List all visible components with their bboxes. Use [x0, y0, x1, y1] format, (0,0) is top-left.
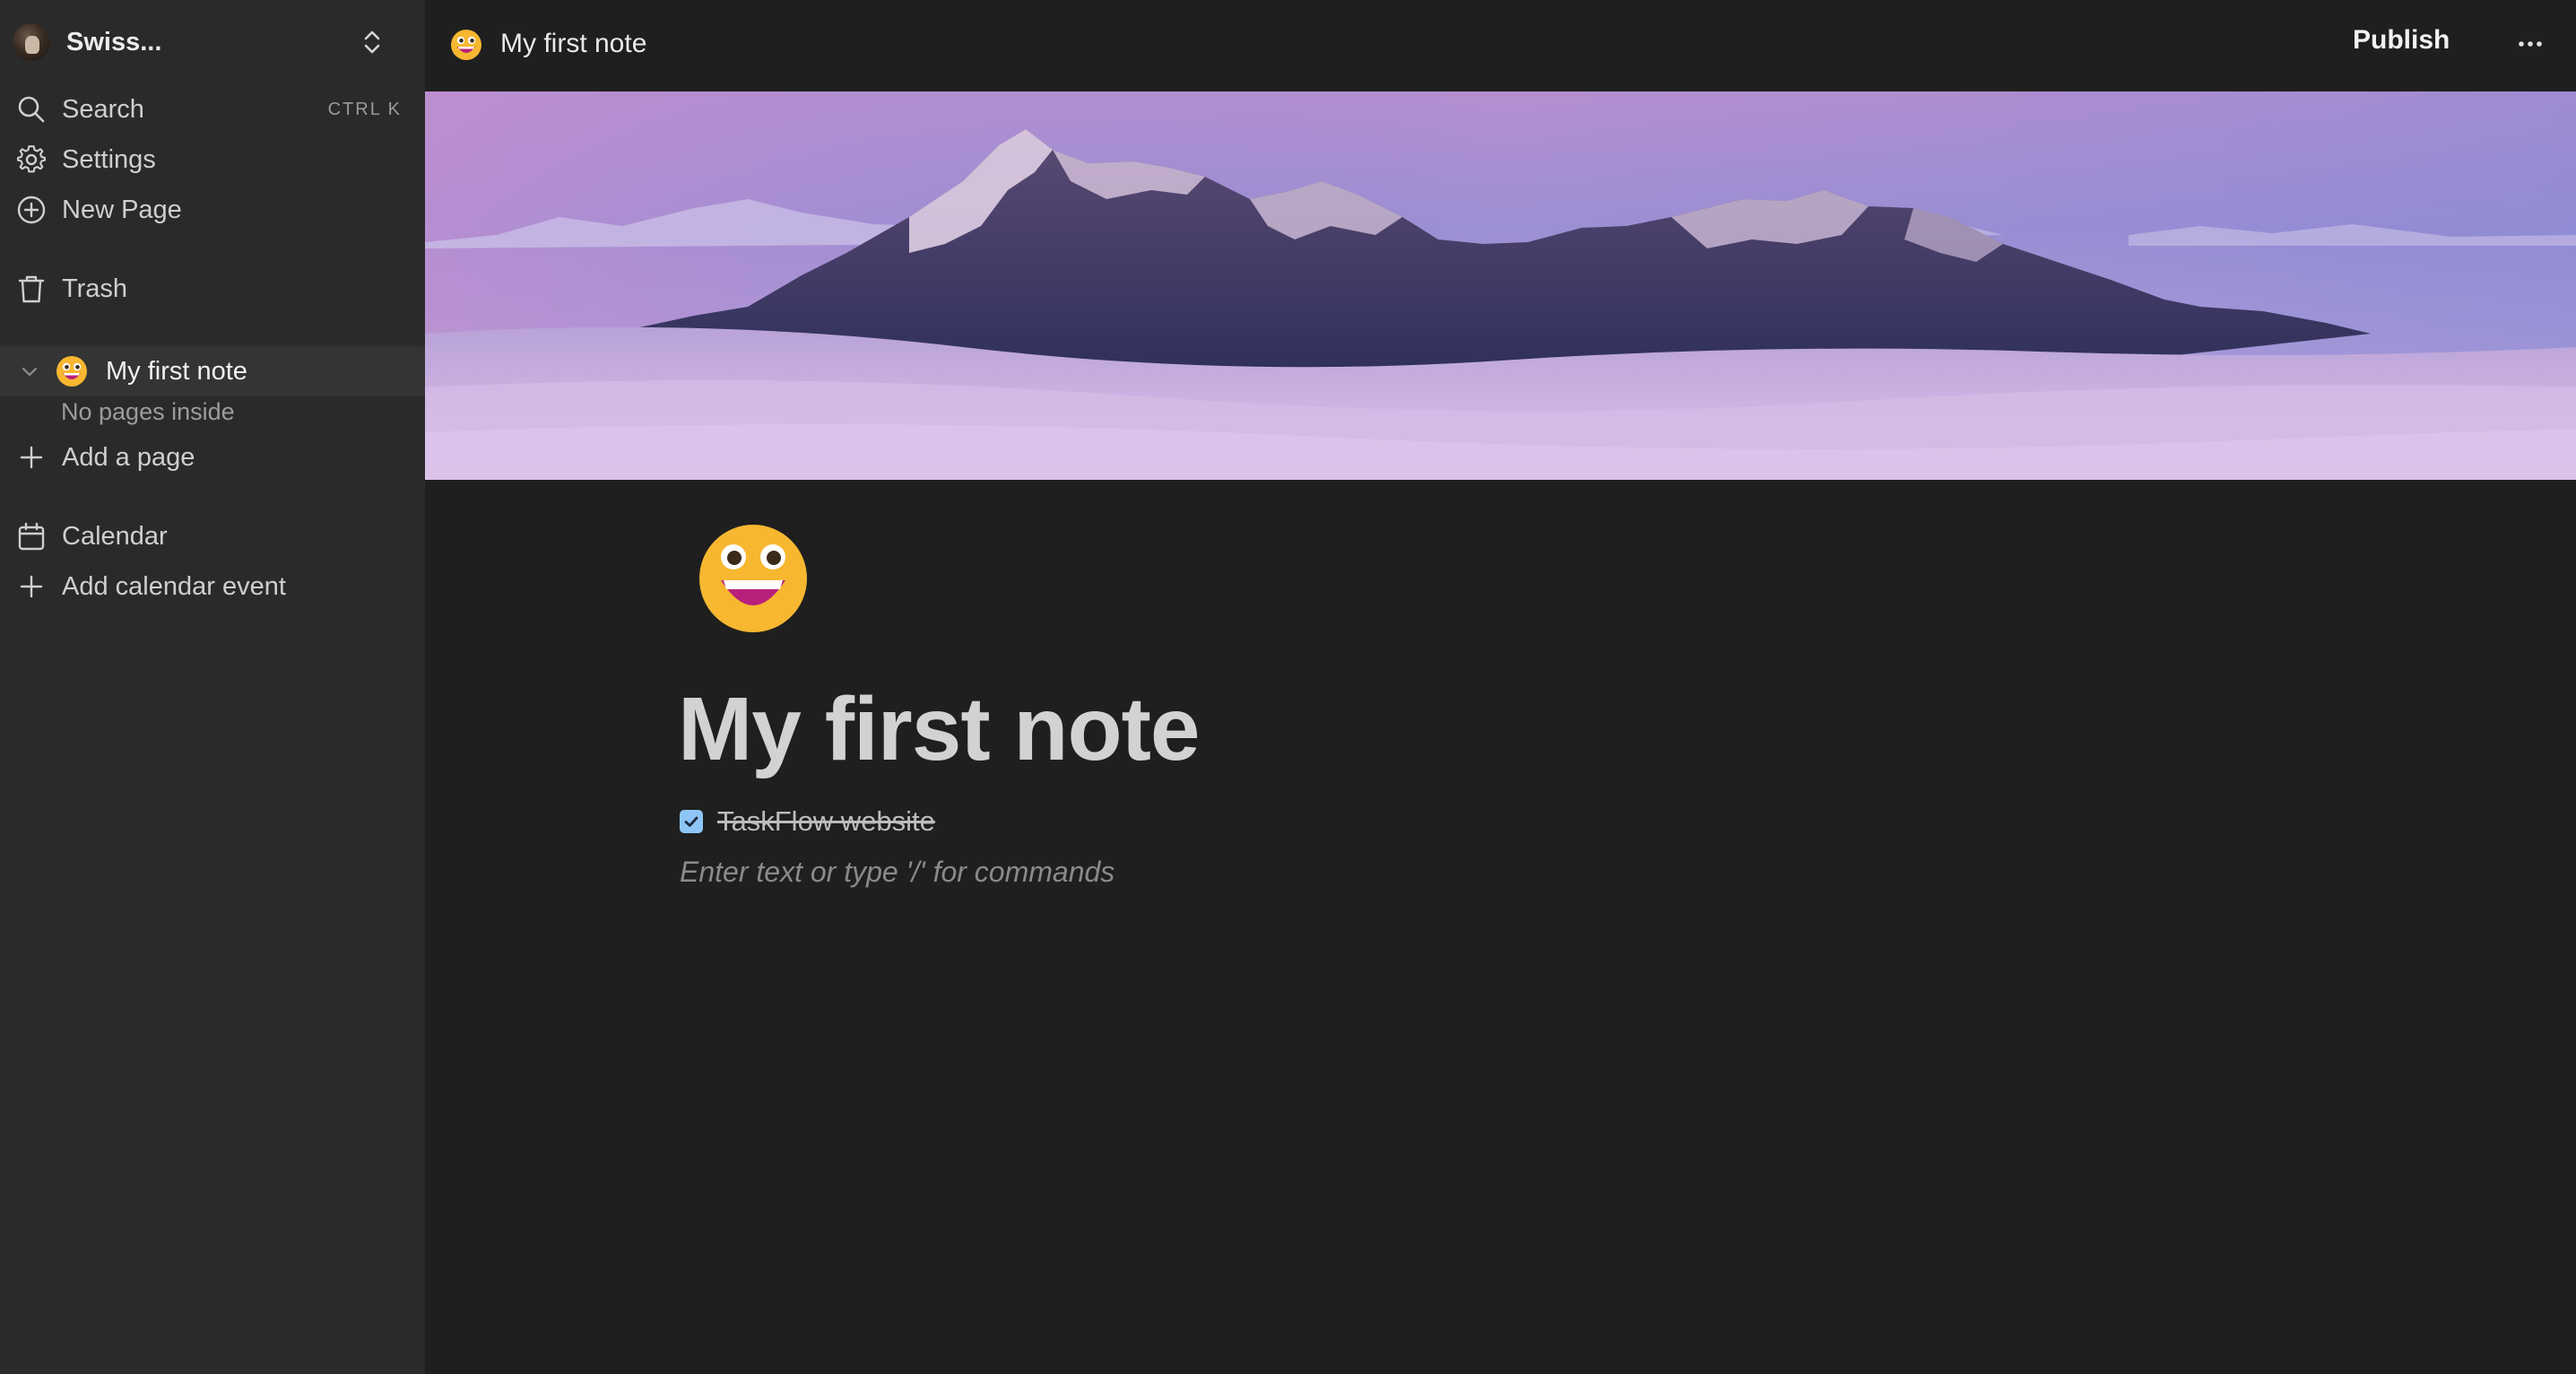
sidebar-item-label: Add calendar event — [62, 571, 286, 601]
search-icon — [18, 96, 45, 123]
sidebar-item-label: New Page — [62, 195, 182, 224]
plus-circle-icon — [17, 196, 46, 224]
todo-checkbox[interactable] — [680, 810, 703, 833]
app-window: Swiss... Search CTRL K Settings New Page… — [0, 0, 2576, 1374]
sidebar-item-label: Settings — [62, 144, 156, 174]
sidebar-item-label: Calendar — [62, 521, 168, 551]
empty-subpages-text: No pages inside — [61, 398, 235, 425]
sidebar-item-label: Search — [62, 94, 144, 124]
grinning-face-icon — [451, 30, 481, 60]
top-bar: My first note Publish — [425, 0, 2576, 91]
page-cover-image[interactable] — [425, 91, 2576, 480]
editor-placeholder[interactable]: Enter text or type '/' for commands — [680, 856, 1756, 895]
sidebar-item-label: Trash — [62, 274, 128, 303]
sidebar-item-calendar[interactable]: Calendar — [16, 515, 402, 558]
sidebar-item-new-page[interactable]: New Page — [16, 188, 402, 231]
todo-text[interactable]: TaskFlow website — [717, 805, 935, 838]
sidebar-item-trash[interactable]: Trash — [16, 267, 402, 310]
sidebar-item-search[interactable]: Search CTRL K — [16, 88, 402, 131]
checkmark-icon — [684, 816, 698, 827]
page-title[interactable]: My first note — [678, 678, 1200, 781]
calendar-icon — [18, 522, 45, 551]
workspace-switcher[interactable]: Swiss... — [13, 22, 398, 63]
sidebar-page-title: My first note — [106, 356, 247, 386]
trash-icon — [18, 275, 45, 303]
placeholder-text: Enter text or type '/' for commands — [680, 856, 1115, 888]
sidebar-item-label: Add a page — [62, 442, 195, 472]
workspace-avatar — [13, 23, 50, 61]
gear-icon — [16, 145, 46, 173]
plus-icon — [20, 446, 43, 469]
workspace-name: Swiss... — [66, 27, 162, 57]
todo-item: TaskFlow website — [680, 804, 935, 839]
sidebar: Swiss... Search CTRL K Settings New Page… — [0, 0, 425, 1374]
grinning-face-icon — [56, 356, 87, 387]
sidebar-item-settings[interactable]: Settings — [16, 138, 402, 181]
plus-icon — [20, 575, 43, 598]
page-emoji-icon[interactable] — [698, 523, 809, 634]
chevron-down-icon[interactable] — [18, 360, 41, 383]
publish-button[interactable]: Publish — [2353, 25, 2450, 56]
sidebar-item-add-calendar-event[interactable]: Add calendar event — [16, 565, 402, 608]
more-options-icon[interactable] — [2514, 30, 2546, 57]
sidebar-item-add-page[interactable]: Add a page — [16, 436, 402, 479]
chevron-up-down-icon[interactable] — [359, 27, 386, 57]
breadcrumb-page-title[interactable]: My first note — [500, 29, 646, 59]
sidebar-page-my-first-note[interactable]: My first note — [0, 346, 425, 396]
search-shortcut: CTRL K — [327, 99, 402, 119]
